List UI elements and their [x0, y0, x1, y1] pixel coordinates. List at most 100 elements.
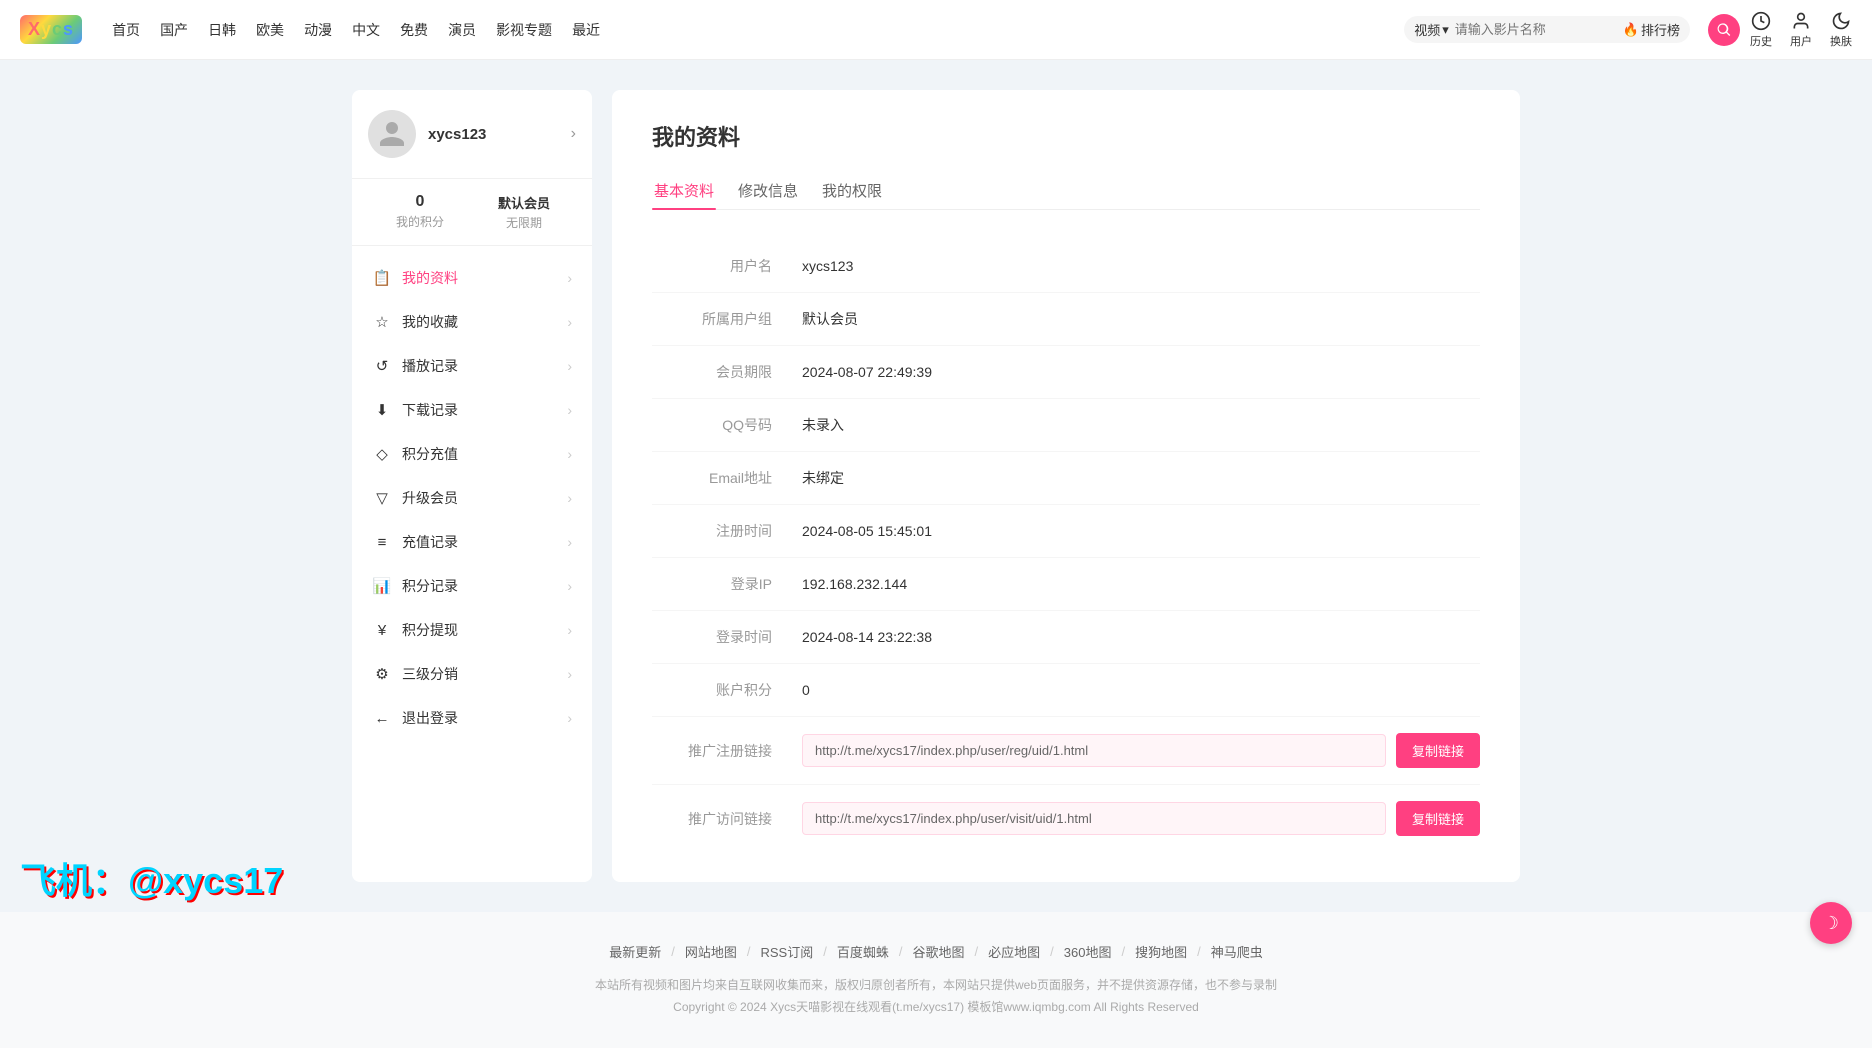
sidebar-menu: 📋 我的资料 › ☆ 我的收藏 › ↺ 播放记录 › ⬇ 下载记录 › ◇ 积分… [352, 256, 592, 740]
footer-link-5[interactable]: 必应地图 [988, 942, 1040, 961]
info-label-5: 注册时间 [652, 521, 772, 541]
nav-free[interactable]: 免费 [400, 20, 428, 40]
nav-recent[interactable]: 最近 [572, 20, 600, 40]
main-content: 我的资料 基本资料 修改信息 我的权限 用户名 xycs123 所属用户组 默认… [612, 90, 1520, 882]
sidebar-item-three-level-sales[interactable]: ⚙ 三级分销 › [352, 652, 592, 696]
info-row-7: 登录时间 2024-08-14 23:22:38 [652, 611, 1480, 664]
sidebar-item-points-withdraw[interactable]: ¥ 积分提现 › [352, 608, 592, 652]
info-row-3: QQ号码 未录入 [652, 399, 1480, 452]
nav-japanese-korean[interactable]: 日韩 [208, 20, 236, 40]
info-row-9: 推广注册链接 复制链接 [652, 717, 1480, 785]
sidebar-item-recharge-history[interactable]: ≡ 充值记录 › [352, 520, 592, 564]
search-type-dropdown[interactable]: 视频 ▾ [1414, 20, 1449, 39]
footer-link-2[interactable]: RSS订阅 [761, 942, 814, 961]
search-input[interactable] [1455, 22, 1615, 37]
page-title: 我的资料 [652, 120, 1480, 152]
link-input-9[interactable] [802, 734, 1386, 767]
dark-mode-toggle[interactable]: ☽ [1810, 902, 1852, 944]
logo-text: Xycs [20, 15, 82, 44]
history-action[interactable]: 历史 [1750, 11, 1772, 49]
top-nav: Xycs 首页 国产 日韩 欧美 动漫 中文 免费 演员 影视专题 最近 视频 … [0, 0, 1872, 60]
menu-arrow-my-favorites: › [567, 314, 572, 330]
info-label-6: 登录IP [652, 574, 772, 594]
footer-link-8[interactable]: 神马爬虫 [1211, 942, 1263, 961]
info-value-6: 192.168.232.144 [802, 576, 1480, 592]
sidebar-user-chevron: › [571, 125, 576, 143]
watermark: 飞机：@xycs17 [20, 852, 283, 904]
info-row-5: 注册时间 2024-08-05 15:45:01 [652, 505, 1480, 558]
menu-icon-upgrade-vip: ▽ [372, 489, 392, 507]
info-row-0: 用户名 xycs123 [652, 240, 1480, 293]
link-input-10[interactable] [802, 802, 1386, 835]
menu-icon-download-history: ⬇ [372, 401, 392, 419]
sidebar-item-my-favorites[interactable]: ☆ 我的收藏 › [352, 300, 592, 344]
footer-link-1[interactable]: 网站地图 [685, 942, 737, 961]
menu-icon-my-favorites: ☆ [372, 313, 392, 331]
menu-icon-points-recharge: ◇ [372, 445, 392, 463]
nav-featured[interactable]: 影视专题 [496, 20, 552, 40]
nav-chinese[interactable]: 中文 [352, 20, 380, 40]
nav-actions: 历史 用户 换肤 [1750, 11, 1852, 49]
tab-permissions[interactable]: 我的权限 [820, 172, 884, 209]
sidebar-item-points-recharge[interactable]: ◇ 积分充值 › [352, 432, 592, 476]
footer-sep-4: / [975, 944, 979, 959]
nav-european[interactable]: 欧美 [256, 20, 284, 40]
avatar [368, 110, 416, 158]
nav-actors[interactable]: 演员 [448, 20, 476, 40]
footer-link-0[interactable]: 最新更新 [609, 942, 661, 961]
copy-button-10[interactable]: 复制链接 [1396, 801, 1480, 836]
theme-action[interactable]: 换肤 [1830, 11, 1852, 49]
sidebar: xycs123 › 0 我的积分 默认会员 无限期 📋 我的资料 › ☆ 我的收… [352, 90, 592, 882]
user-action[interactable]: 用户 [1790, 11, 1812, 49]
info-value-2: 2024-08-07 22:49:39 [802, 364, 1480, 380]
menu-label-upgrade-vip: 升级会员 [402, 488, 567, 508]
info-row-1: 所属用户组 默认会员 [652, 293, 1480, 346]
info-row-2: 会员期限 2024-08-07 22:49:39 [652, 346, 1480, 399]
sidebar-item-my-profile[interactable]: 📋 我的资料 › [352, 256, 592, 300]
info-row-4: Email地址 未绑定 [652, 452, 1480, 505]
sidebar-item-upgrade-vip[interactable]: ▽ 升级会员 › [352, 476, 592, 520]
info-label-10: 推广访问链接 [652, 809, 772, 829]
search-submit-button[interactable] [1708, 14, 1740, 46]
ranking-button[interactable]: 🔥 排行榜 [1623, 20, 1680, 39]
sidebar-item-play-history[interactable]: ↺ 播放记录 › [352, 344, 592, 388]
menu-label-points-history: 积分记录 [402, 576, 567, 596]
nav-anime[interactable]: 动漫 [304, 20, 332, 40]
vip-stat: 默认会员 无限期 [472, 193, 576, 231]
info-label-4: Email地址 [652, 468, 772, 488]
footer-link-7[interactable]: 搜狗地图 [1135, 942, 1187, 961]
tabs: 基本资料 修改信息 我的权限 [652, 172, 1480, 210]
menu-arrow-three-level-sales: › [567, 666, 572, 682]
info-value-0: xycs123 [802, 258, 1480, 274]
sidebar-username: xycs123 [428, 126, 571, 143]
tab-edit-info[interactable]: 修改信息 [736, 172, 800, 209]
info-row-6: 登录IP 192.168.232.144 [652, 558, 1480, 611]
footer-link-4[interactable]: 谷歌地图 [913, 942, 965, 961]
sidebar-item-points-history[interactable]: 📊 积分记录 › [352, 564, 592, 608]
footer-desc1: 本站所有视频和图片均来自互联网收集而来，版权归原创者所有，本网站只提供web页面… [20, 975, 1852, 997]
menu-arrow-recharge-history: › [567, 534, 572, 550]
menu-arrow-points-withdraw: › [567, 622, 572, 638]
tab-basic-info[interactable]: 基本资料 [652, 172, 716, 209]
nav-domestic[interactable]: 国产 [160, 20, 188, 40]
sidebar-user[interactable]: xycs123 › [352, 90, 592, 179]
sidebar-item-download-history[interactable]: ⬇ 下载记录 › [352, 388, 592, 432]
nav-home[interactable]: 首页 [112, 20, 140, 40]
sidebar-item-logout[interactable]: ← 退出登录 › [352, 696, 592, 740]
footer-link-6[interactable]: 360地图 [1064, 942, 1112, 961]
footer-links: 最新更新/网站地图/RSS订阅/百度蜘蛛/谷歌地图/必应地图/360地图/搜狗地… [20, 942, 1852, 961]
copy-button-9[interactable]: 复制链接 [1396, 733, 1480, 768]
logo[interactable]: Xycs [20, 15, 82, 44]
menu-label-play-history: 播放记录 [402, 356, 567, 376]
sidebar-stats: 0 我的积分 默认会员 无限期 [352, 179, 592, 246]
menu-label-my-favorites: 我的收藏 [402, 312, 567, 332]
menu-arrow-download-history: › [567, 402, 572, 418]
info-label-3: QQ号码 [652, 415, 772, 435]
info-row-10: 推广访问链接 复制链接 [652, 785, 1480, 852]
search-area: 视频 ▾ 🔥 排行榜 [1404, 16, 1690, 43]
menu-icon-my-profile: 📋 [372, 269, 392, 287]
menu-icon-play-history: ↺ [372, 357, 392, 375]
nav-links: 首页 国产 日韩 欧美 动漫 中文 免费 演员 影视专题 最近 [112, 20, 1394, 40]
info-label-1: 所属用户组 [652, 309, 772, 329]
footer-link-3[interactable]: 百度蜘蛛 [837, 942, 889, 961]
